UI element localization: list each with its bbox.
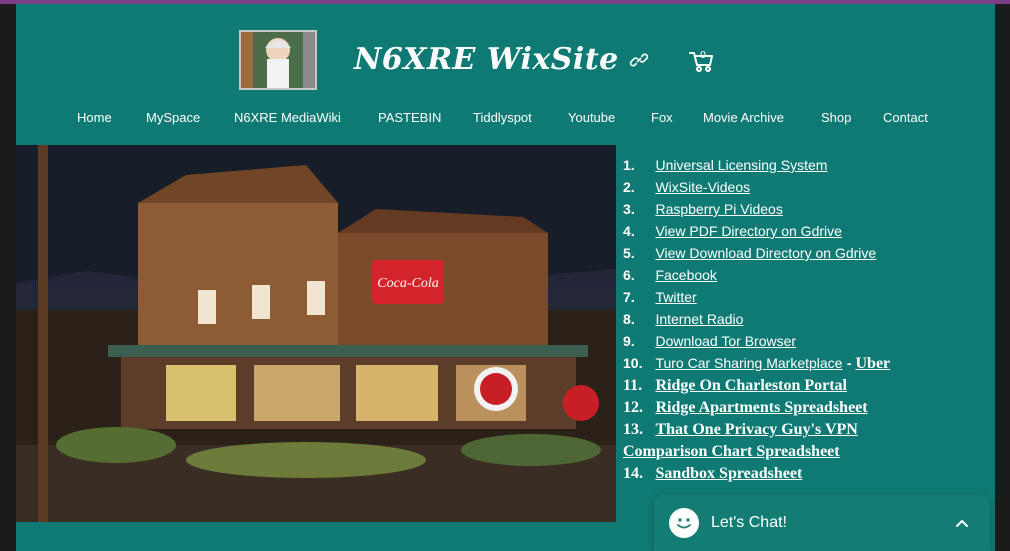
list-item: 14. Sandbox Spreadsheet <box>623 465 802 483</box>
site-frame: N6XRE WixSite 0 Home MySpace N6XRE Media… <box>16 4 995 551</box>
vpn-comparison-link-line-2[interactable]: Comparison Chart Spreadsheet <box>623 443 840 460</box>
list-item: 1. Universal Licensing System <box>623 157 827 175</box>
nav-home[interactable]: Home <box>77 110 112 125</box>
nav-fox[interactable]: Fox <box>651 110 673 125</box>
nav-movie-archive[interactable]: Movie Archive <box>703 110 784 125</box>
ridge-portal-link[interactable]: Ridge On Charleston Portal <box>655 377 847 394</box>
tor-browser-link[interactable]: Download Tor Browser <box>655 333 796 349</box>
smiley-icon <box>669 508 699 538</box>
chevron-up-icon[interactable] <box>955 517 969 531</box>
list-item: 5. View Download Directory on Gdrive <box>623 245 876 263</box>
nav-myspace[interactable]: MySpace <box>146 110 200 125</box>
nav-contact[interactable]: Contact <box>883 110 928 125</box>
sandbox-spreadsheet-link[interactable]: Sandbox Spreadsheet <box>655 465 802 482</box>
list-number: 4. <box>623 223 635 239</box>
nav-n6xre-mediawiki[interactable]: N6XRE MediaWiki <box>234 110 341 125</box>
list-number: 11. <box>623 377 643 394</box>
universal-licensing-system-link[interactable]: Universal Licensing System <box>655 157 827 173</box>
list-number: 7. <box>623 289 635 305</box>
list-item: 3. Raspberry Pi Videos <box>623 201 783 219</box>
list-number: 14. <box>623 465 643 482</box>
list-item: 2. WixSite-Videos <box>623 179 750 197</box>
nav-shop[interactable]: Shop <box>821 110 851 125</box>
list-item: 10. Turo Car Sharing Marketplace - Uber <box>623 355 890 373</box>
vpn-comparison-link[interactable]: That One Privacy Guy's VPN <box>655 421 857 438</box>
cart-count-badge: 0 <box>699 50 707 61</box>
list-item: 9. Download Tor Browser <box>623 333 796 351</box>
general-store-photo: Coca-Cola <box>16 145 616 522</box>
list-item-continuation: Comparison Chart Spreadsheet <box>623 443 840 461</box>
wixsite-videos-link[interactable]: WixSite-Videos <box>655 179 750 195</box>
list-number: 5. <box>623 245 635 261</box>
uber-link[interactable]: Uber <box>855 355 890 372</box>
svg-text:Coca-Cola: Coca-Cola <box>377 276 438 291</box>
list-number: 6. <box>623 267 635 283</box>
chat-widget[interactable] <box>654 495 990 551</box>
chat-label[interactable]: Let's Chat! <box>711 514 787 532</box>
profile-photo[interactable] <box>239 30 317 90</box>
list-number: 9. <box>623 333 635 349</box>
general-store-illustration: Coca-Cola <box>16 145 616 522</box>
nav-youtube[interactable]: Youtube <box>568 110 615 125</box>
list-item: 11. Ridge On Charleston Portal <box>623 377 847 395</box>
list-item: 7. Twitter <box>623 289 697 307</box>
list-item: 8. Internet Radio <box>623 311 743 329</box>
main-navigation: Home MySpace N6XRE MediaWiki PASTEBIN Ti… <box>61 110 961 132</box>
site-title[interactable]: N6XRE WixSite <box>354 42 619 77</box>
nav-pastebin[interactable]: PASTEBIN <box>378 110 441 125</box>
internet-radio-link[interactable]: Internet Radio <box>655 311 743 327</box>
list-number: 10. <box>623 355 643 371</box>
download-directory-link[interactable]: View Download Directory on Gdrive <box>655 245 876 261</box>
list-number: 12. <box>623 399 643 416</box>
raspberry-pi-videos-link[interactable]: Raspberry Pi Videos <box>655 201 782 217</box>
list-number: 2. <box>623 179 635 195</box>
list-number: 13. <box>623 421 643 438</box>
nav-tiddlyspot[interactable]: Tiddlyspot <box>473 110 532 125</box>
ridge-apartments-link[interactable]: Ridge Apartments Spreadsheet <box>655 399 867 416</box>
turo-marketplace-link[interactable]: Turo Car Sharing Marketplace <box>655 355 842 371</box>
list-number: 1. <box>623 157 635 173</box>
facebook-link[interactable]: Facebook <box>655 267 716 283</box>
list-number: 8. <box>623 311 635 327</box>
twitter-link[interactable]: Twitter <box>655 289 696 305</box>
list-item: 13. That One Privacy Guy's VPN <box>623 421 858 439</box>
link-icon[interactable] <box>629 50 649 70</box>
list-number: 3. <box>623 201 635 217</box>
list-item: 6. Facebook <box>623 267 717 285</box>
pdf-directory-link[interactable]: View PDF Directory on Gdrive <box>655 223 841 239</box>
list-item: 12. Ridge Apartments Spreadsheet <box>623 399 868 417</box>
list-item: 4. View PDF Directory on Gdrive <box>623 223 842 241</box>
profile-photo-art <box>241 32 315 88</box>
